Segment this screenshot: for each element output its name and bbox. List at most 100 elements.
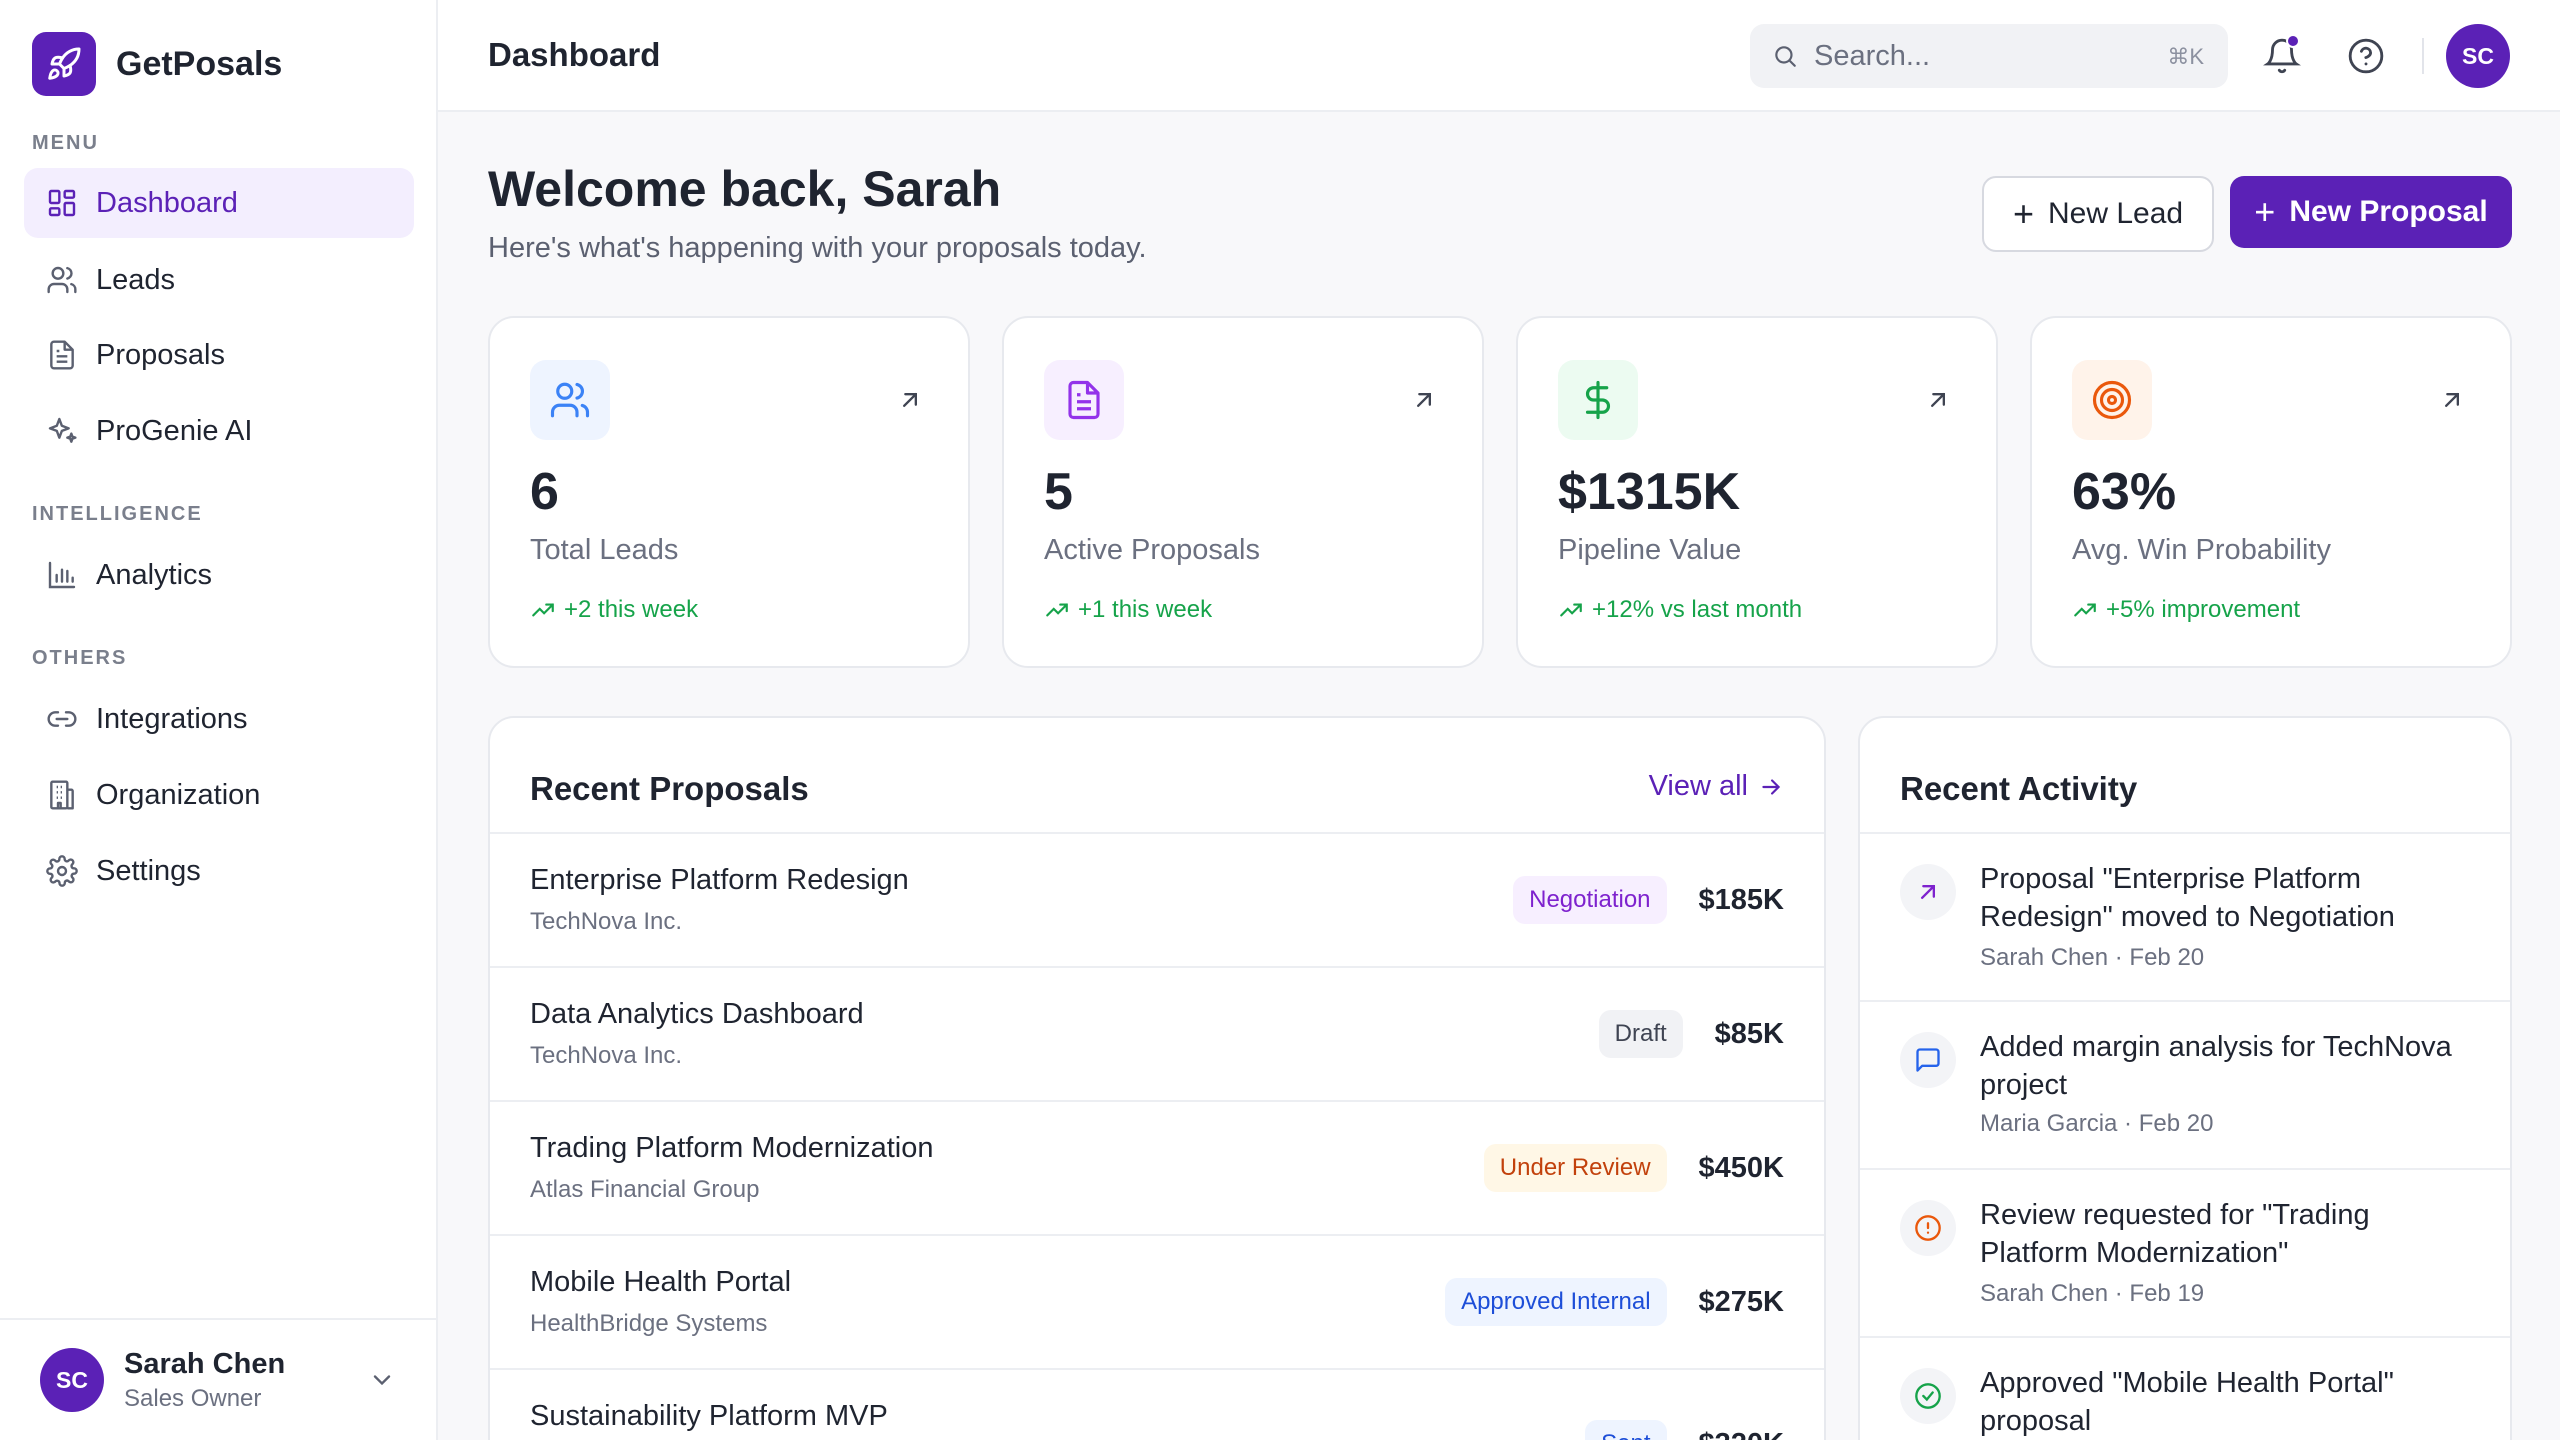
gear-icon [44,853,80,889]
view-all-link[interactable]: View all [1649,770,1784,803]
list-item[interactable]: Review requested for "Trading Platform M… [1860,1168,2510,1336]
proposal-name: Trading Platform Modernization [530,1132,934,1164]
page-title: Dashboard [488,36,661,73]
dashboard-icon [44,185,80,221]
list-item[interactable]: Proposal "Enterprise Platform Redesign" … [1860,832,2510,1000]
list-item[interactable]: Added margin analysis for TechNova proje… [1860,1000,2510,1168]
stat-value: 6 [530,463,559,521]
activity-text: Proposal "Enterprise Platform Redesign" … [1980,863,2395,933]
welcome-title: Welcome back, Sarah [488,161,1002,217]
stat-delta: +2 this week [530,596,698,624]
sidebar-item-label: Proposals [96,338,225,371]
stat-delta: +1 this week [1044,596,1212,624]
proposal-amount: $275K [1698,1285,1784,1318]
stat-card-win-probability[interactable]: 63% Avg. Win Probability +5% improvement [2030,316,2512,668]
search-icon [1775,46,1796,67]
panel-title: Recent Activity [1900,770,2138,807]
chevron-down-icon[interactable] [368,1366,396,1394]
activity-meta: Sarah Chen · Feb 20 [1980,944,2205,971]
new-lead-button[interactable]: + New Lead [1982,176,2214,252]
notification-dot [2286,34,2300,48]
status-badge: Negotiation [1513,876,1667,924]
stat-card-total-leads[interactable]: 6 Total Leads +2 this week [488,316,970,668]
check-circle-icon [1900,1368,1956,1424]
rocket-icon [32,32,96,96]
sidebar-item-proposals[interactable]: Proposals [24,320,414,390]
table-row[interactable]: Sustainability Platform MVP Sent $320K [490,1368,1824,1440]
user-menu[interactable]: SC Sarah Chen Sales Owner [0,1318,436,1440]
sidebar-item-label: Settings [96,854,201,887]
users-icon [530,360,610,440]
activity-text: Added margin analysis for TechNova proje… [1980,1031,2452,1101]
table-row[interactable]: Mobile Health Portal HealthBridge System… [490,1234,1824,1368]
stat-delta: +5% improvement [2072,596,2300,624]
user-role: Sales Owner [124,1384,262,1412]
sidebar-item-settings[interactable]: Settings [24,836,414,906]
plus-icon: + [2254,191,2276,232]
proposal-name: Sustainability Platform MVP [530,1400,888,1432]
activity-text: Review requested for "Trading Platform M… [1980,1199,2370,1269]
help-icon [2348,38,2384,74]
sidebar-item-label: Leads [96,263,176,296]
alert-circle-icon [1900,1200,1956,1256]
link-icon [44,701,80,737]
sidebar-item-progenie-ai[interactable]: ProGenie AI [24,396,414,466]
arrow-up-right-icon [1900,864,1956,920]
recent-proposals-panel: Recent Proposals View all Enterprise Pla… [488,716,1826,1440]
trending-up-icon [2074,603,2096,617]
search-box[interactable]: ⌘K [1750,24,2228,88]
sparkles-icon [44,413,80,449]
search-input[interactable] [1814,39,2144,73]
proposal-client: TechNova Inc. [530,1042,683,1069]
status-badge: Draft [1598,1010,1683,1058]
notifications-button[interactable] [2256,30,2308,82]
table-row[interactable]: Trading Platform Modernization Atlas Fin… [490,1100,1824,1234]
target-icon [2072,360,2152,440]
sidebar-item-label: Integrations [96,702,248,735]
list-item[interactable]: Approved "Mobile Health Portal" proposal [1860,1336,2510,1440]
arrow-up-right-icon [2445,393,2459,407]
sidebar-item-label: Analytics [96,558,213,591]
status-badge: Approved Internal [1445,1278,1667,1326]
avatar[interactable]: SC [2446,24,2510,88]
table-row[interactable]: Data Analytics Dashboard TechNova Inc. D… [490,966,1824,1100]
stat-delta: +12% vs last month [1558,596,1802,624]
recent-activity-panel: Recent Activity Proposal "Enterprise Pla… [1858,716,2512,1440]
table-row[interactable]: Enterprise Platform Redesign TechNova In… [490,832,1824,966]
stat-value: $1315K [1558,463,1741,521]
welcome-subtitle: Here's what's happening with your propos… [488,232,1147,264]
activity-meta: Sarah Chen · Feb 19 [1980,1280,2205,1307]
proposal-amount: $85K [1714,1017,1784,1050]
sidebar-item-dashboard[interactable]: Dashboard [24,168,414,238]
proposal-name: Mobile Health Portal [530,1266,792,1298]
new-proposal-button[interactable]: + New Proposal [2230,176,2512,248]
sidebar-item-organization[interactable]: Organization [24,760,414,830]
stat-label: Active Proposals [1044,534,1260,566]
activity-text: Approved "Mobile Health Portal" proposal [1980,1367,2394,1437]
arrow-up-right-icon [903,393,917,407]
sidebar: GetPosals MENU Dashboard Leads Proposals… [0,0,438,1440]
building-icon [44,777,80,813]
sidebar-item-leads[interactable]: Leads [24,245,414,315]
divider [2422,38,2424,74]
trending-up-icon [1046,603,1068,617]
proposal-name: Data Analytics Dashboard [530,998,864,1030]
help-button[interactable] [2340,30,2392,82]
status-badge: Under Review [1483,1144,1667,1192]
stat-label: Total Leads [530,534,679,566]
brand[interactable]: GetPosals [32,32,282,96]
trending-up-icon [532,603,554,617]
document-icon [1044,360,1124,440]
nav-section-menu: MENU [32,132,99,154]
sidebar-item-integrations[interactable]: Integrations [24,684,414,754]
stat-card-pipeline-value[interactable]: $1315K Pipeline Value +12% vs last month [1516,316,1998,668]
sidebar-item-analytics[interactable]: Analytics [24,540,414,610]
activity-meta: Maria Garcia · Feb 20 [1980,1110,2214,1137]
bar-chart-icon [44,557,80,593]
proposal-client: HealthBridge Systems [530,1310,768,1337]
search-shortcut: ⌘K [2167,44,2204,69]
document-icon [44,337,80,373]
proposal-amount: $320K [1699,1428,1784,1440]
stat-card-active-proposals[interactable]: 5 Active Proposals +1 this week [1002,316,1484,668]
sidebar-item-label: ProGenie AI [96,414,253,447]
